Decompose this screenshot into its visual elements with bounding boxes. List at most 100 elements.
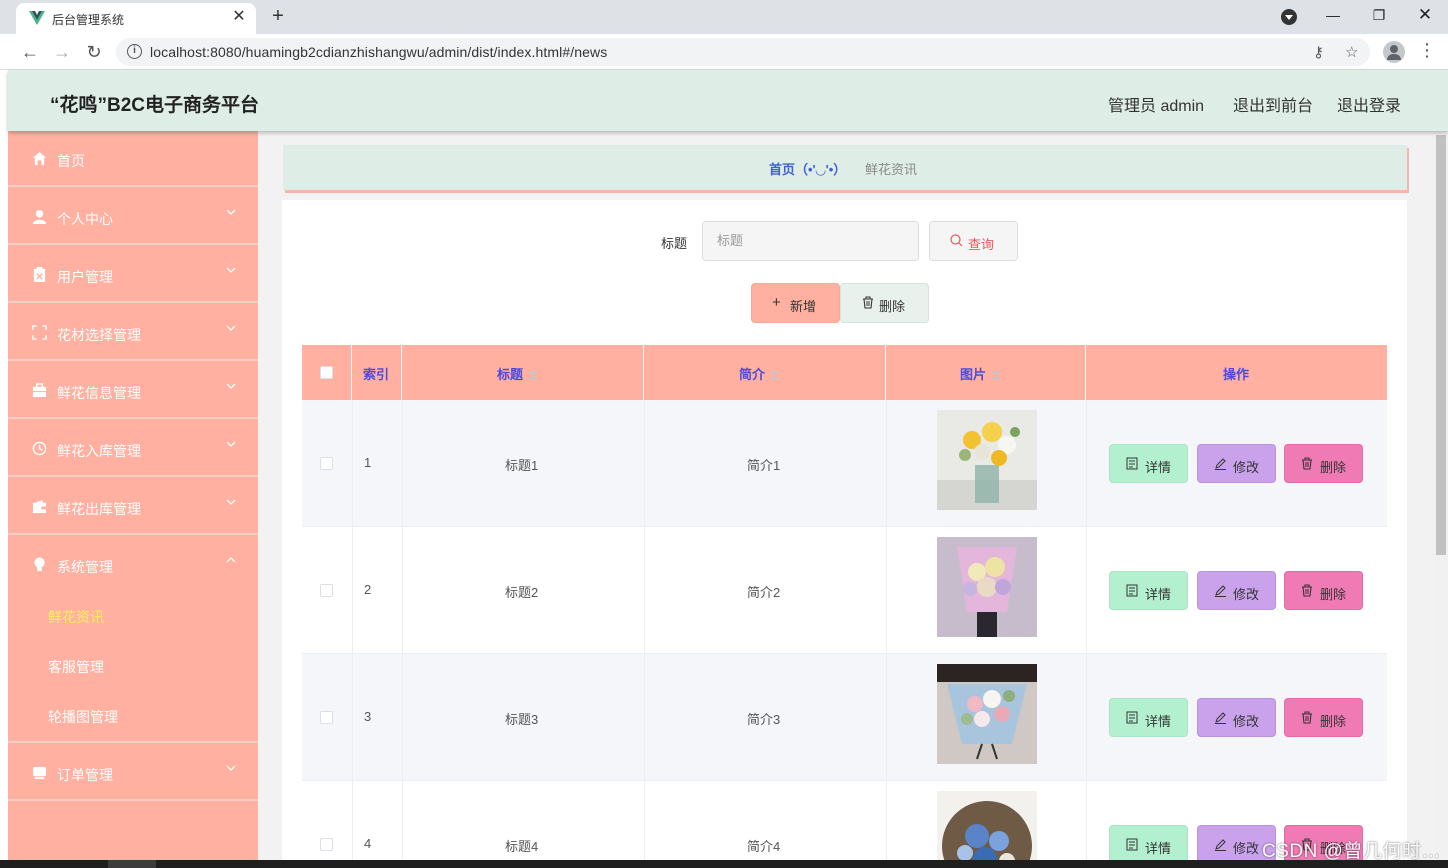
star-icon[interactable]: ☆ <box>1345 43 1358 61</box>
sidebar-subitem-carousel[interactable]: 轮播图管理 <box>8 691 258 743</box>
taskbar-item[interactable] <box>108 860 156 868</box>
delete-button[interactable]: 删除 <box>1284 444 1363 483</box>
forward-icon[interactable]: → <box>50 40 74 64</box>
header-label-text: 图片 <box>960 367 987 382</box>
info-icon[interactable]: i <box>127 44 142 59</box>
add-button[interactable]: + 新增 <box>751 283 840 323</box>
reload-icon[interactable]: ↻ <box>82 40 106 64</box>
detail-button[interactable]: 详情 <box>1109 444 1188 483</box>
select-all-checkbox[interactable] <box>320 366 333 379</box>
home-icon <box>32 151 47 166</box>
sidebar-subitem-label: 鲜花资讯 <box>48 609 104 625</box>
sidebar-item-personal[interactable]: 个人中心 <box>8 189 258 245</box>
profile-avatar-icon[interactable] <box>1383 41 1405 63</box>
breadcrumb-home[interactable]: 首页（•'◡'•） <box>769 159 846 178</box>
breadcrumb: 首页（•'◡'•） 鲜花资讯 <box>283 145 1407 190</box>
header-label: 图片 <box>960 364 1001 383</box>
delete-button-label: 删除 <box>1320 460 1347 475</box>
search-label: 标题 <box>661 236 688 251</box>
sort-caret-icon[interactable] <box>529 369 538 382</box>
sidebar-item-label: 订单管理 <box>57 767 113 783</box>
delete-button[interactable]: 删除 <box>1284 571 1363 610</box>
row-checkbox[interactable] <box>320 457 333 470</box>
query-button[interactable]: 查询 <box>929 221 1018 261</box>
title-search-input[interactable]: 标题 <box>702 221 919 261</box>
menu-kebab-icon[interactable]: ⋮ <box>1418 40 1436 61</box>
clock-icon <box>32 441 47 456</box>
row-intro: 简介3 <box>747 712 781 727</box>
detail-button-label: 详情 <box>1145 714 1172 729</box>
batch-delete-button[interactable]: 删除 <box>840 283 929 323</box>
detail-button-label: 详情 <box>1145 841 1172 856</box>
detail-button[interactable]: 详情 <box>1109 571 1188 610</box>
row-intro: 简介1 <box>747 458 781 473</box>
suitcase-icon <box>32 383 47 398</box>
sidebar-subitem-customer-service[interactable]: 客服管理 <box>8 641 258 691</box>
detail-button-label: 详情 <box>1145 587 1172 602</box>
row-checkbox[interactable] <box>320 711 333 724</box>
add-button-label: 新增 <box>790 299 817 314</box>
sidebar-item-flower-materials[interactable]: 花材选择管理 <box>8 305 258 361</box>
bulb-icon <box>34 557 45 572</box>
edit-button[interactable]: 修改 <box>1197 698 1276 737</box>
back-icon[interactable]: ← <box>18 40 42 64</box>
sidebar-item-stock-in[interactable]: 鲜花入库管理 <box>8 421 258 477</box>
detail-button-label: 详情 <box>1145 460 1172 475</box>
row-index: 1 <box>364 455 372 470</box>
edit-button[interactable]: 修改 <box>1197 444 1276 483</box>
table-row: 2 标题2 简介2 详情 修改 删除 <box>302 527 1387 654</box>
tab-search-icon[interactable] <box>1281 9 1297 25</box>
sidebar-subitem-flower-news[interactable]: 鲜花资讯 <box>8 591 258 641</box>
row-checkbox[interactable] <box>320 584 333 597</box>
key-icon[interactable]: ⚷ <box>1313 43 1324 61</box>
sidebar-item-home[interactable]: 首页 <box>8 131 258 187</box>
chevron-down-icon <box>226 441 236 447</box>
row-checkbox[interactable] <box>320 838 333 851</box>
sidebar-item-flower-info[interactable]: 鲜花信息管理 <box>8 363 258 419</box>
document-icon <box>1126 711 1138 724</box>
trash-icon <box>1302 457 1312 470</box>
sidebar-item-system[interactable]: 系统管理 <box>8 537 258 593</box>
detail-button[interactable]: 详情 <box>1109 698 1188 737</box>
browser-tab[interactable]: 后台管理系统 ✕ <box>16 3 256 34</box>
minimize-button[interactable]: — <box>1318 4 1348 26</box>
page-scrollbar[interactable] <box>1434 131 1448 868</box>
sort-caret-icon[interactable] <box>992 369 1001 382</box>
document-icon <box>1126 838 1138 851</box>
flower-thumbnail[interactable] <box>937 791 1037 868</box>
header-image[interactable]: 图片 <box>886 345 1086 400</box>
sort-caret-icon[interactable] <box>771 369 780 382</box>
close-window-button[interactable]: ✕ <box>1410 4 1440 26</box>
logout-link[interactable]: 退出登录 <box>1337 92 1401 116</box>
sidebar-item-label: 鲜花出库管理 <box>57 501 141 517</box>
edit-button[interactable]: 修改 <box>1197 571 1276 610</box>
sidebar-item-label: 花材选择管理 <box>57 327 141 343</box>
exit-to-frontend-link[interactable]: 退出到前台 <box>1233 92 1313 116</box>
header-intro[interactable]: 简介 <box>644 345 886 400</box>
tab-close-icon[interactable]: ✕ <box>230 8 248 26</box>
edit-button-label: 修改 <box>1233 841 1260 856</box>
sidebar-item-stock-out[interactable]: 鲜花出库管理 <box>8 479 258 535</box>
flower-thumbnail[interactable] <box>937 664 1037 764</box>
delete-button[interactable]: 删除 <box>1284 698 1363 737</box>
sidebar-item-orders[interactable]: 订单管理 <box>8 745 258 801</box>
sidebar-item-users[interactable]: 用户管理 <box>8 247 258 303</box>
news-table: 索引 标题 简介 图片 操作 1 标题1 简介1 详情 修改 删除 2 标题2 … <box>302 345 1387 868</box>
flower-thumbnail[interactable] <box>937 410 1037 510</box>
row-title: 标题2 <box>505 585 539 600</box>
new-tab-button[interactable]: + <box>266 3 290 29</box>
chevron-down-icon <box>226 499 236 505</box>
detail-button[interactable]: 详情 <box>1109 825 1188 864</box>
row-title: 标题3 <box>505 712 539 727</box>
table-header: 索引 标题 简介 图片 操作 <box>302 345 1387 400</box>
sidebar-item-label: 系统管理 <box>57 559 113 575</box>
row-intro: 简介4 <box>747 839 781 854</box>
scrollbar-thumb[interactable] <box>1436 135 1446 555</box>
header-title[interactable]: 标题 <box>402 345 644 400</box>
address-bar[interactable]: i localhost:8080/huamingb2cdianzhishangw… <box>116 38 1370 66</box>
vue-logo-icon <box>29 11 45 25</box>
flower-thumbnail[interactable] <box>937 537 1037 637</box>
chevron-down-icon <box>226 267 236 273</box>
sidebar: 首页 个人中心 用户管理 花材选择管理 鲜花信息管理 鲜花入库管理 鲜花出库管理… <box>8 131 258 868</box>
restore-button[interactable]: ❐ <box>1364 4 1394 26</box>
